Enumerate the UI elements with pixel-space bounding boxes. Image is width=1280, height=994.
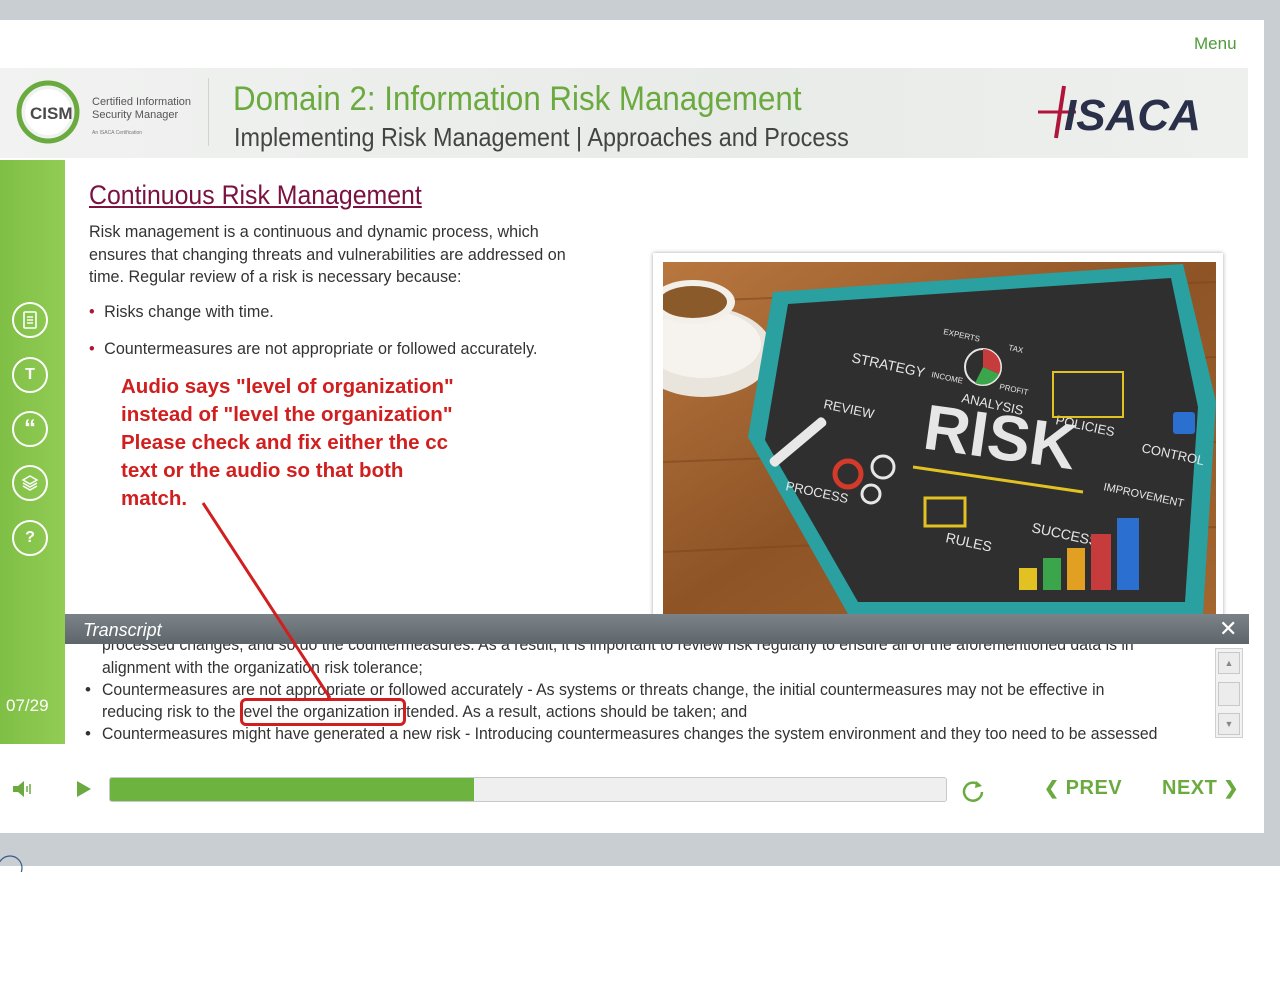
chevron-left-icon: ❮	[1044, 778, 1060, 798]
play-icon[interactable]	[76, 780, 92, 798]
replay-icon[interactable]	[960, 778, 986, 804]
volume-icon[interactable]	[12, 780, 34, 798]
next-label: NEXT	[1162, 777, 1218, 799]
chevron-right-icon: ❯	[1223, 778, 1239, 798]
player-controls: ❮ PREV NEXT ❯	[0, 760, 1264, 820]
prev-label: PREV	[1065, 777, 1123, 799]
progress-bar[interactable]	[109, 777, 947, 802]
prev-button[interactable]: ❮ PREV	[1044, 777, 1122, 800]
annotation-arrow	[201, 502, 332, 699]
next-button[interactable]: NEXT ❯	[1162, 777, 1239, 800]
progress-fill	[110, 778, 474, 801]
partial-circle-icon	[0, 855, 23, 872]
